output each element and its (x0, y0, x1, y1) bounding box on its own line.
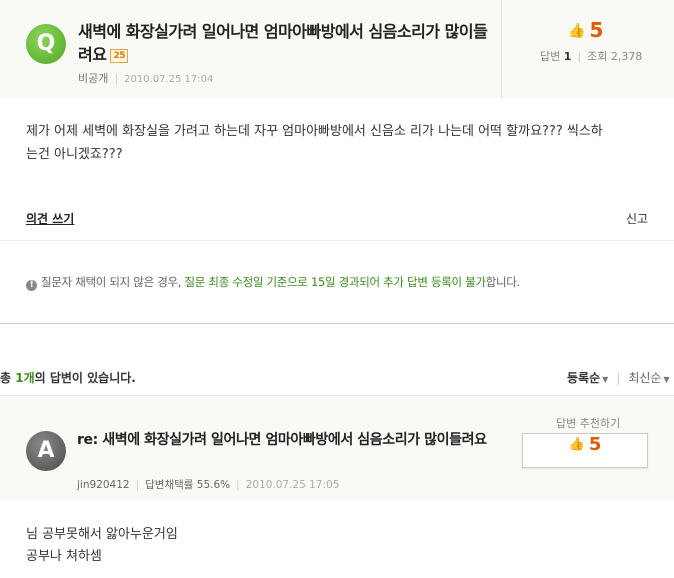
meta-divider: | (114, 72, 119, 85)
exclamation-icon: ! (26, 280, 37, 291)
caret-down-icon: ▼ (663, 375, 670, 384)
sort-latest-label: 최신순 (628, 371, 662, 385)
question-like-button[interactable]: 👍 5 (568, 18, 603, 42)
question-section: Q 새벽에 화장실가려 일어나면 엄마아빠방에서 심음소리가 많이들려요 25 비… (0, 0, 674, 324)
caret-down-icon: ▼ (602, 375, 609, 384)
views-count: 2,378 (610, 50, 643, 63)
stats-divider (501, 0, 502, 98)
answer-body: 님 공부못해서 앓아누운거임 공부나 쳐하셈 (26, 524, 178, 568)
answer-count-suffix: 의 답변이 있습니다. (34, 371, 136, 385)
notice-suffix: 합니다. (485, 275, 521, 289)
answer-title: re: 새벽에 화장실가려 일어나면 엄마아빠방에서 심음소리가 많이들려요 (77, 432, 487, 448)
answer-count-summary: 총 1개의 답변이 있습니다. (0, 369, 136, 386)
answer-count-prefix: 총 (0, 371, 12, 385)
answer-meta: jin920412 | 답변채택률 55.6% | 2010.07.25 17:05 (77, 477, 339, 492)
question-author: 비공개 (78, 72, 109, 85)
question-date: 2010.07.25 17:04 (124, 74, 214, 85)
stats-sep: | (577, 50, 582, 63)
answer-adoption-rate: 답변채택률 55.6% (145, 479, 231, 491)
question-title-text: 새벽에 화장실가려 일어나면 엄마아빠방에서 심음소리가 많이들려요 (78, 22, 488, 64)
thumbs-up-icon: 👍 (568, 23, 586, 39)
answers-label: 답변 (540, 50, 561, 63)
question-body: 제가 어제 세벽에 화장실을 가려고 하는데 자꾸 엄마아빠방에서 신음소 리가… (26, 120, 656, 166)
answer-body-line: 님 공부못해서 앓아누운거임 (26, 527, 178, 542)
thumbs-up-icon: 👍 (568, 437, 585, 452)
sort-registered-label: 등록순 (567, 371, 601, 385)
answer-date: 2010.07.25 17:05 (245, 479, 340, 491)
question-like-count: 5 (589, 18, 604, 42)
notice-highlight: 질문 최종 수정일 기준으로 15일 경과되어 추가 답변 등록이 불가 (184, 275, 487, 289)
answer-author[interactable]: jin920412 (77, 479, 130, 491)
answer-count-number: 1개 (15, 371, 35, 385)
sort-latest-button[interactable]: 최신순 ▼ (628, 371, 669, 385)
meta-divider: | (135, 479, 140, 491)
sort-sep: | (616, 371, 621, 385)
answer-badge-icon: A (26, 431, 66, 471)
notice-prefix: 질문자 채택이 되지 않은 경우, (41, 275, 182, 289)
divider (0, 240, 674, 241)
write-comment-link[interactable]: 의견 쓰기 (26, 210, 74, 227)
answer-body-line: 공부나 쳐하셈 (26, 549, 102, 564)
answers-count: 1 (563, 50, 572, 63)
meta-divider: | (236, 479, 240, 491)
question-body-line: 는건 아니겠죠??? (26, 147, 123, 162)
notice-message: ! 질문자 채택이 되지 않은 경우, 질문 최종 수정일 기준으로 15일 경과… (26, 274, 520, 291)
sort-registered-button[interactable]: 등록순 ▼ (567, 371, 608, 385)
question-title: 새벽에 화장실가려 일어나면 엄마아빠방에서 심음소리가 많이들려요 25 (78, 20, 498, 66)
question-body-line: 제가 어제 세벽에 화장실을 가려고 하는데 자꾸 엄마아빠방에서 신음소 리가… (26, 124, 603, 139)
views-label: 조회 (587, 50, 608, 63)
section-divider (0, 323, 674, 324)
question-meta: 비공개 | 2010.07.25 17:04 (78, 70, 213, 86)
report-link[interactable]: 신고 (626, 210, 648, 227)
recommend-button[interactable]: 👍 5 (522, 433, 648, 468)
level-badge: 25 (110, 48, 128, 63)
recommend-label: 답변 추천하기 (556, 417, 621, 430)
recommend-count: 5 (588, 434, 602, 455)
question-badge-icon: Q (26, 24, 66, 64)
question-stats: 답변 1 | 조회 2,378 (540, 48, 642, 64)
sort-controls: 등록순 ▼ | 최신순 ▼ (567, 369, 670, 386)
